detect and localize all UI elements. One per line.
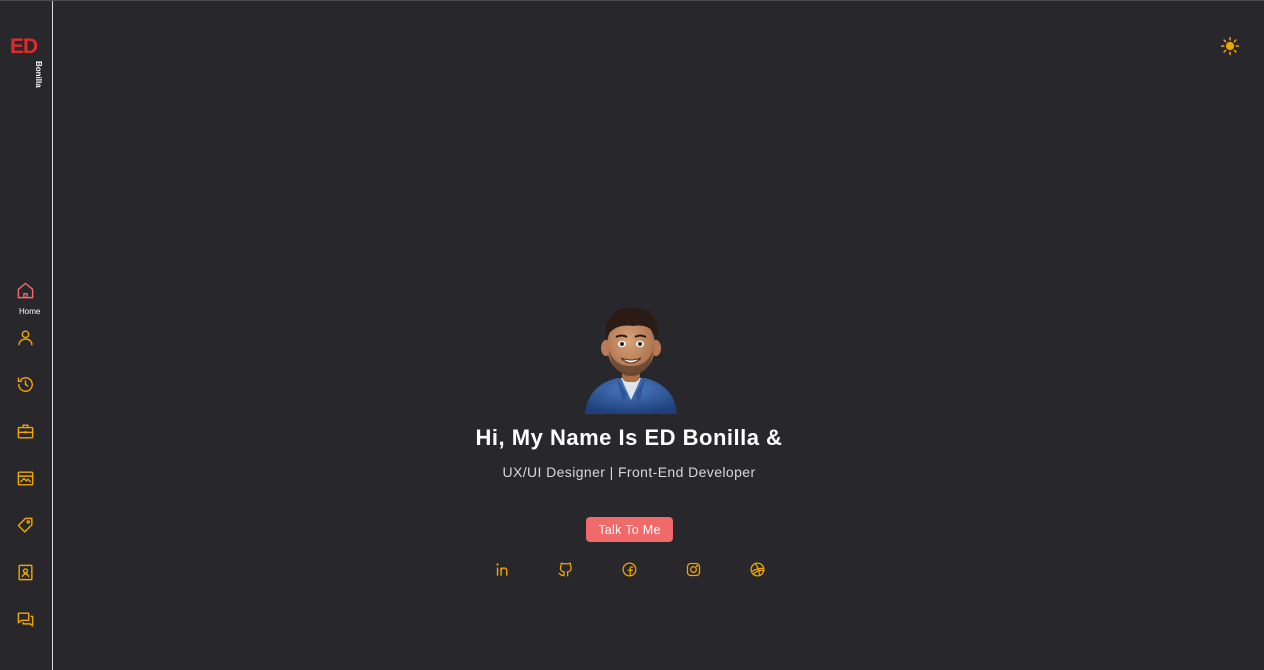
github-link[interactable] [555,559,575,579]
contact-icon [17,564,33,580]
briefcase-icon [17,423,33,439]
avatar [585,307,677,414]
nav-item-experience[interactable] [14,420,36,442]
hero-section: Hi, My Name Is ED Bonilla & UX/UI Design… [53,1,1264,670]
nav-item-portfolio[interactable] [14,467,36,489]
hero-subtitle: UX/UI Designer | Front-End Developer [502,464,756,480]
portfolio-icon [17,470,33,486]
nav-item-home-label: Home [19,307,41,316]
nav-item-about[interactable] [14,326,36,348]
instagram-icon [686,562,700,576]
logo[interactable]: ED Bonilla [10,35,44,95]
home-icon [17,282,33,298]
user-icon [17,329,33,345]
hero-title: Hi, My Name Is ED Bonilla & [475,425,783,450]
nav-item-messages[interactable] [14,608,36,630]
nav-item-history[interactable] [14,373,36,395]
talk-to-me-button[interactable]: Talk To Me [586,517,673,542]
tag-icon [17,517,33,533]
history-icon [17,376,33,392]
sidebar: ED Bonilla Home [0,1,53,670]
dribbble-icon [749,561,765,577]
chat-icon [17,611,33,627]
app-frame: ED Bonilla Home Hi, My Name Is ED Bonill… [0,0,1264,670]
nav-item-home[interactable] [14,279,36,301]
instagram-link[interactable] [683,559,703,579]
dribbble-link[interactable] [747,559,767,579]
logo-subtitle: Bonilla [34,61,43,88]
linkedin-link[interactable] [492,559,512,579]
facebook-icon [621,561,637,577]
facebook-link[interactable] [619,559,639,579]
logo-mark: ED [10,35,38,58]
linkedin-icon [495,562,507,576]
nav-item-contact[interactable] [14,561,36,583]
nav-item-skills[interactable] [14,514,36,536]
github-icon [557,561,572,577]
